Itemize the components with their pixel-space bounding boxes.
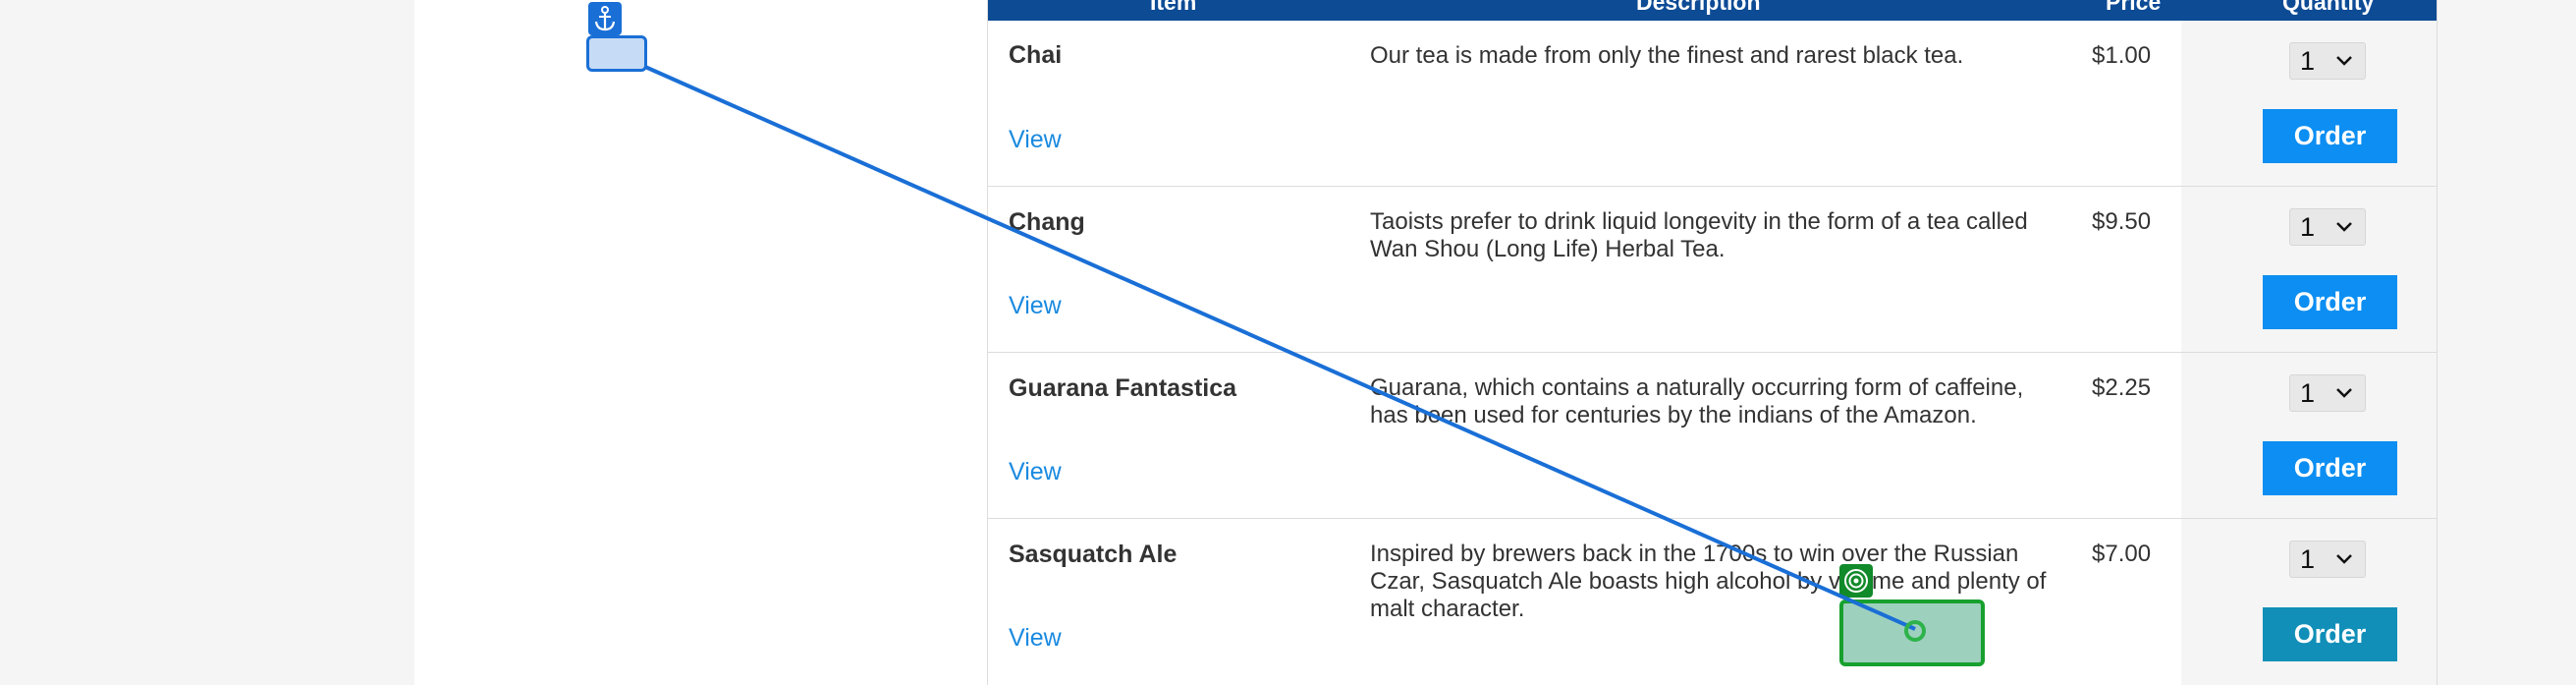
drag-path-line <box>644 65 1926 642</box>
drop-point-marker <box>1904 620 1926 642</box>
